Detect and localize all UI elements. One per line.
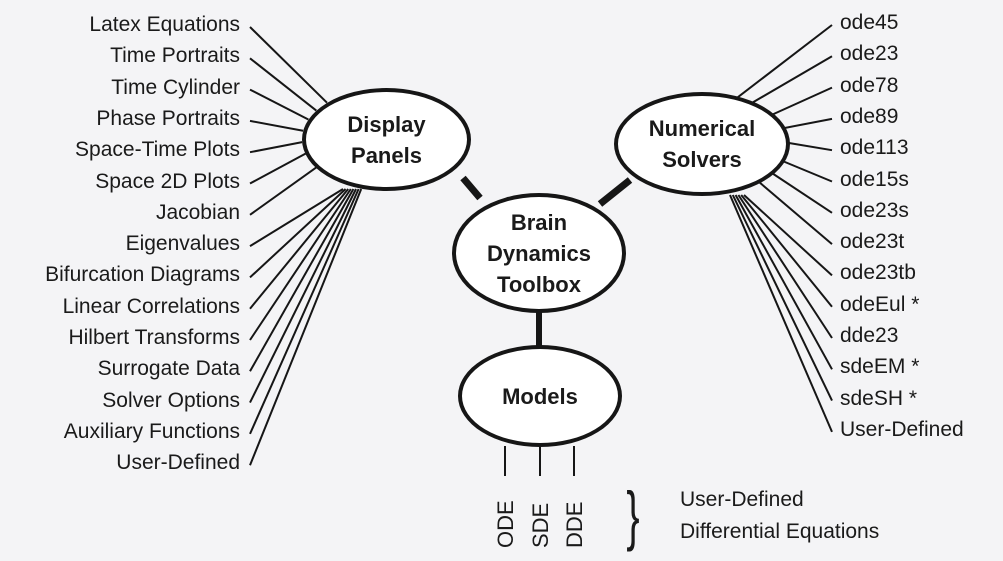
model-type-ode: ODE bbox=[493, 500, 518, 548]
solver-connector bbox=[758, 181, 833, 245]
display-panel-connector bbox=[249, 188, 360, 435]
display-panel-item[interactable]: Eigenvalues bbox=[126, 232, 240, 256]
solver-item[interactable]: ode89 bbox=[840, 105, 898, 129]
center-line-3: Toolbox bbox=[497, 271, 581, 297]
solver-item[interactable]: sdeEM * bbox=[840, 355, 919, 379]
display-panel-item[interactable]: Phase Portraits bbox=[96, 107, 240, 131]
numerical-solvers-line-2: Solvers bbox=[662, 147, 742, 172]
display-panel-connector bbox=[249, 119, 304, 132]
numerical-solvers-line-1: Numerical bbox=[648, 116, 756, 141]
display-panel-item[interactable]: Time Portraits bbox=[110, 44, 240, 68]
models-label: Models bbox=[502, 383, 578, 409]
solver-item[interactable]: ode15s bbox=[840, 168, 909, 192]
brace-icon: } bbox=[626, 478, 640, 552]
display-panel-connector bbox=[249, 188, 344, 247]
connector-solvers-to-center bbox=[597, 177, 633, 207]
solver-connector bbox=[734, 194, 833, 370]
solver-item[interactable]: ode23s bbox=[840, 199, 909, 223]
solver-connector bbox=[752, 55, 833, 104]
display-panel-item[interactable]: Bifurcation Diagrams bbox=[45, 263, 240, 287]
center-line-2: Dynamics bbox=[487, 240, 591, 266]
solver-item[interactable]: sdeSH * bbox=[840, 387, 917, 411]
display-panel-connector bbox=[249, 88, 309, 121]
solver-connector bbox=[772, 86, 833, 116]
display-panel-connector bbox=[249, 166, 317, 216]
solver-connector bbox=[788, 141, 833, 152]
display-panel-connector bbox=[249, 26, 328, 104]
display-panel-item[interactable]: Hilbert Transforms bbox=[68, 326, 240, 350]
solver-item[interactable]: dde23 bbox=[840, 324, 898, 348]
display-panels-line-2: Panels bbox=[351, 142, 422, 168]
display-panel-item[interactable]: Surrogate Data bbox=[98, 357, 240, 381]
solver-connector bbox=[784, 117, 833, 129]
solver-item[interactable]: odeEul * bbox=[840, 293, 919, 317]
display-panel-item[interactable]: Latex Equations bbox=[89, 13, 240, 37]
solver-item[interactable]: ode23 bbox=[840, 42, 898, 66]
display-panels-node[interactable]: Display Panels bbox=[302, 88, 471, 191]
model-type-dde: DDE bbox=[562, 501, 587, 548]
solver-item[interactable]: ode45 bbox=[840, 11, 898, 35]
display-panel-item[interactable]: Jacobian bbox=[156, 201, 240, 225]
solver-connector bbox=[772, 172, 833, 214]
note-line-1: User-Defined bbox=[680, 488, 804, 511]
note-line-2: Differential Equations bbox=[680, 520, 880, 543]
solver-connector bbox=[737, 194, 833, 339]
solver-connector bbox=[731, 194, 833, 402]
display-panel-item[interactable]: User-Defined bbox=[116, 451, 240, 475]
model-type-sde: SDE bbox=[528, 502, 553, 548]
center-line-1: Brain bbox=[510, 209, 568, 235]
display-panel-item[interactable]: Time Cylinder bbox=[111, 76, 240, 100]
display-panel-connector bbox=[249, 188, 349, 310]
numerical-solvers-node[interactable]: Numerical Solvers bbox=[614, 92, 790, 196]
models-node[interactable]: Models bbox=[458, 345, 622, 447]
display-panel-connector bbox=[249, 141, 303, 154]
solver-item[interactable]: ode23t bbox=[840, 230, 904, 254]
display-panel-item[interactable]: Linear Correlations bbox=[63, 295, 240, 319]
solver-item[interactable]: User-Defined bbox=[840, 418, 964, 442]
display-panel-connector bbox=[249, 152, 307, 185]
display-panel-item[interactable]: Space 2D Plots bbox=[95, 170, 240, 194]
display-panel-connector bbox=[249, 57, 317, 112]
display-panel-item[interactable]: Auxiliary Functions bbox=[64, 420, 240, 444]
display-panels-line-1: Display bbox=[347, 111, 426, 137]
solver-item[interactable]: ode23tb bbox=[840, 261, 916, 285]
display-panel-connector bbox=[249, 188, 357, 404]
display-panel-item[interactable]: Space-Time Plots bbox=[75, 138, 240, 162]
display-panel-item[interactable]: Solver Options bbox=[102, 389, 240, 413]
connector-display-to-center bbox=[460, 175, 483, 201]
display-panel-connector bbox=[249, 188, 363, 466]
solver-item[interactable]: ode113 bbox=[840, 136, 909, 160]
solver-connector bbox=[736, 24, 833, 99]
brain-dynamics-toolbox-node[interactable]: Brain Dynamics Toolbox bbox=[452, 193, 626, 313]
display-panel-connector bbox=[249, 188, 355, 372]
solver-connector bbox=[783, 160, 833, 183]
solver-item[interactable]: ode78 bbox=[840, 74, 898, 98]
